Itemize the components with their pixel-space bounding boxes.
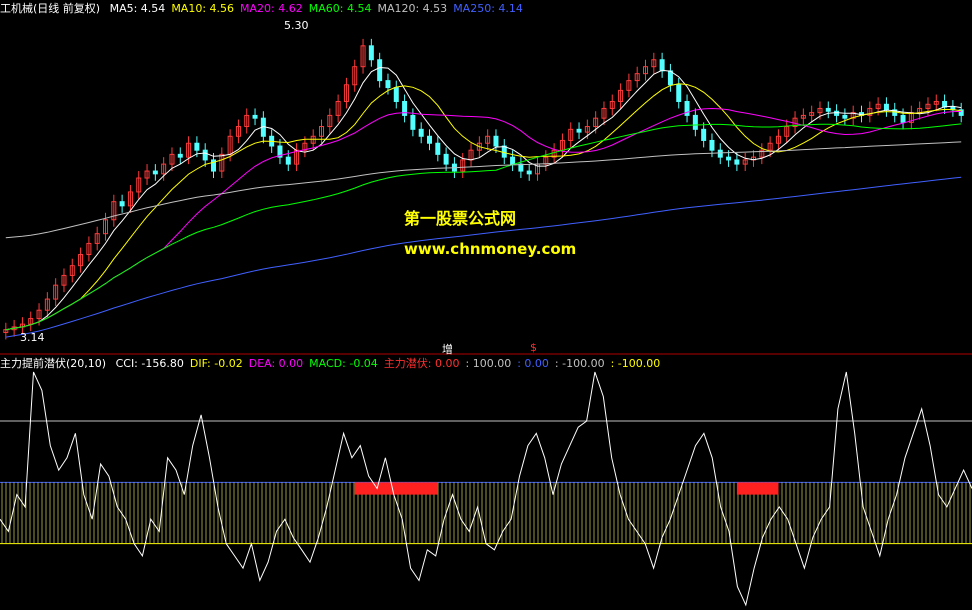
indicator-title: 主力提前潜伏(20,10) xyxy=(0,357,107,370)
indicator-legend-2: DEA: 0.00 xyxy=(248,357,304,370)
candle-body xyxy=(402,100,408,116)
chart-stage: 工机械(日线 前复权) MA5: 4.54 MA10: 4.56 MA20: 4.6… xyxy=(0,0,972,607)
high-price-label: 5.30 xyxy=(284,19,309,32)
candle-body xyxy=(119,201,125,207)
event-mark-dollar: $ xyxy=(530,341,537,354)
indicator-header: 主力提前潜伏(20,10) CCI: -156.80 DIF: -0.02 DEA:… xyxy=(0,357,666,371)
indicator-legend-8: : -100.00 xyxy=(610,357,661,370)
low-price-label: 3.14 xyxy=(20,331,45,344)
candle-body xyxy=(285,156,291,165)
candle-body xyxy=(418,128,424,137)
candle-body xyxy=(194,142,200,151)
ma-legend-2: MA20: 4.62 xyxy=(240,2,303,15)
main-chart-title: 工机械(日线 前复权) xyxy=(0,2,101,15)
indicator-legend-1: DIF: -0.02 xyxy=(189,357,243,370)
candle-body xyxy=(676,84,682,102)
event-mark-zeng: 增 xyxy=(442,343,453,356)
candle-body xyxy=(701,128,707,141)
indicator-legend-4: 主力潜伏: 0.00 xyxy=(383,357,460,370)
indicator-legend-0: CCI: -156.80 xyxy=(115,357,184,370)
candle-body xyxy=(883,103,889,111)
candle-body xyxy=(526,170,532,175)
ma-line-ma5 xyxy=(5,66,962,331)
watermark-title: 第一股票公式网 xyxy=(404,209,517,228)
candle-body xyxy=(842,114,848,119)
candle-body xyxy=(717,149,723,158)
signal-block-0 xyxy=(354,482,438,495)
candle-body xyxy=(825,107,831,112)
candle-body xyxy=(427,135,433,144)
candle-body xyxy=(576,128,582,133)
candle-body xyxy=(493,135,499,147)
candle-body xyxy=(834,110,840,116)
signal-block-1 xyxy=(736,482,779,495)
candle-body xyxy=(177,153,183,158)
watermark-url: www.chnmoney.com xyxy=(404,240,577,258)
candle-body xyxy=(501,145,507,158)
candle-body xyxy=(385,80,391,89)
candle-body xyxy=(900,114,906,123)
indicator-legend-7: : -100.00 xyxy=(554,357,605,370)
candle-body xyxy=(692,114,698,130)
candle-body xyxy=(684,100,690,116)
candle-body xyxy=(734,159,740,165)
ma-legend-5: MA250: 4.14 xyxy=(453,2,523,15)
candle-body xyxy=(202,149,208,161)
candle-body xyxy=(667,70,673,86)
candle-body xyxy=(152,170,158,175)
candle-body xyxy=(410,114,416,130)
indicator-legend-6: : 0.00 xyxy=(517,357,549,370)
ma-legend-4: MA120: 4.53 xyxy=(377,2,448,15)
main-chart-header: 工机械(日线 前复权) MA5: 4.54 MA10: 4.56 MA20: 4.6… xyxy=(0,2,529,16)
candle-body xyxy=(659,59,665,72)
candle-body xyxy=(368,45,374,61)
candle-body xyxy=(510,156,516,165)
ma-legend-3: MA60: 4.54 xyxy=(308,2,372,15)
candle-body xyxy=(393,87,399,102)
candle-body xyxy=(709,139,715,151)
indicator-legend-3: MACD: -0.04 xyxy=(309,357,378,370)
candle-body xyxy=(435,142,441,155)
indicator-legend-5: : 100.00 xyxy=(465,357,512,370)
candle-body xyxy=(726,156,732,161)
ma-legend-1: MA10: 4.56 xyxy=(171,2,235,15)
candle-body xyxy=(252,114,258,119)
candle-body xyxy=(443,153,449,165)
ma-legend-0: MA5: 4.54 xyxy=(109,2,166,15)
candle-body xyxy=(377,59,383,82)
chart-svg xyxy=(0,38,972,607)
